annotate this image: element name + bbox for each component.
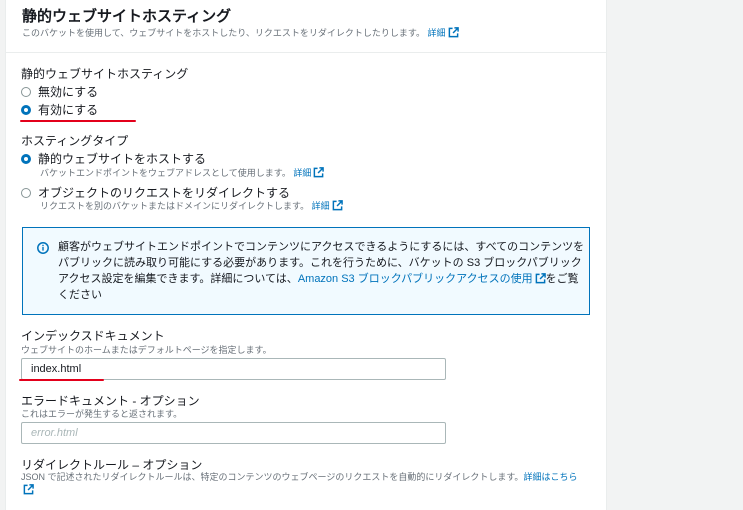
index-document-description: ウェブサイトのホームまたはデフォルトページを指定します。 (21, 345, 272, 355)
external-link-icon (314, 167, 325, 178)
radio-label: 無効にする (38, 85, 99, 99)
info-icon (37, 242, 49, 254)
static-website-hosting-panel: 静的ウェブサイトホスティング このバケットを使用して、ウェブサイトをホストしたり… (5, 0, 607, 510)
option-description: バケットエンドポイントをウェブアドレスとして使用します。 詳細 (40, 166, 325, 179)
redirect-rules-description: JSON で記述されたリダイレクトルールは、特定のコンテンツのウェブページのリク… (21, 471, 581, 497)
red-underline-annotation (19, 379, 104, 381)
index-document-input[interactable] (21, 358, 446, 380)
radio-button[interactable] (21, 86, 31, 97)
error-document-description: これはエラーが発生すると返されます。 (21, 409, 183, 419)
radio-host-static-website[interactable]: 静的ウェブサイトをホストする (21, 150, 206, 167)
red-underline-annotation (20, 120, 136, 122)
section-description: このバケットを使用して、ウェブサイトをホストしたり、リクエストをリダイレクトした… (22, 26, 459, 39)
hosting-type-label: ホスティングタイプ (21, 134, 129, 148)
block-public-access-link[interactable]: Amazon S3 ブロックパブリックアクセスの使用 (298, 273, 546, 285)
radio-disable[interactable]: 無効にする (21, 83, 98, 100)
info-alert: 顧客がウェブサイトエンドポイントでコンテンツにアクセスできるようにするには、すべ… (22, 227, 590, 315)
alert-text: 顧客がウェブサイトエンドポイントでコンテンツにアクセスできるようにするには、すべ… (58, 241, 585, 301)
hosting-label: 静的ウェブサイトホスティング (21, 67, 189, 81)
external-link-icon (535, 273, 546, 284)
radio-button-selected[interactable] (21, 104, 31, 115)
radio-button-selected[interactable] (21, 153, 31, 164)
option-description: リクエストを別のバケットまたはドメインにリダイレクトします。 詳細 (40, 199, 343, 212)
section-description-text: このバケットを使用して、ウェブサイトをホストしたり、リクエストをリダイレクトした… (22, 28, 426, 38)
radio-label: 有効にする (38, 103, 99, 117)
details-link[interactable]: 詳細 (293, 167, 325, 178)
external-link-icon (448, 27, 459, 38)
radio-enable[interactable]: 有効にする (21, 101, 98, 118)
panel-header: 静的ウェブサイトホスティング このバケットを使用して、ウェブサイトをホストしたり… (6, 0, 606, 53)
details-link[interactable]: 詳細 (312, 200, 343, 211)
external-link-icon (332, 200, 343, 211)
external-link-icon (23, 484, 34, 495)
radio-button[interactable] (21, 187, 31, 198)
index-document-label: インデックスドキュメント (21, 329, 165, 343)
section-details-link[interactable]: 詳細 (428, 27, 459, 38)
error-document-input[interactable] (21, 422, 446, 444)
radio-label: 静的ウェブサイトをホストする (38, 152, 207, 166)
section-title: 静的ウェブサイトホスティング (22, 8, 232, 25)
